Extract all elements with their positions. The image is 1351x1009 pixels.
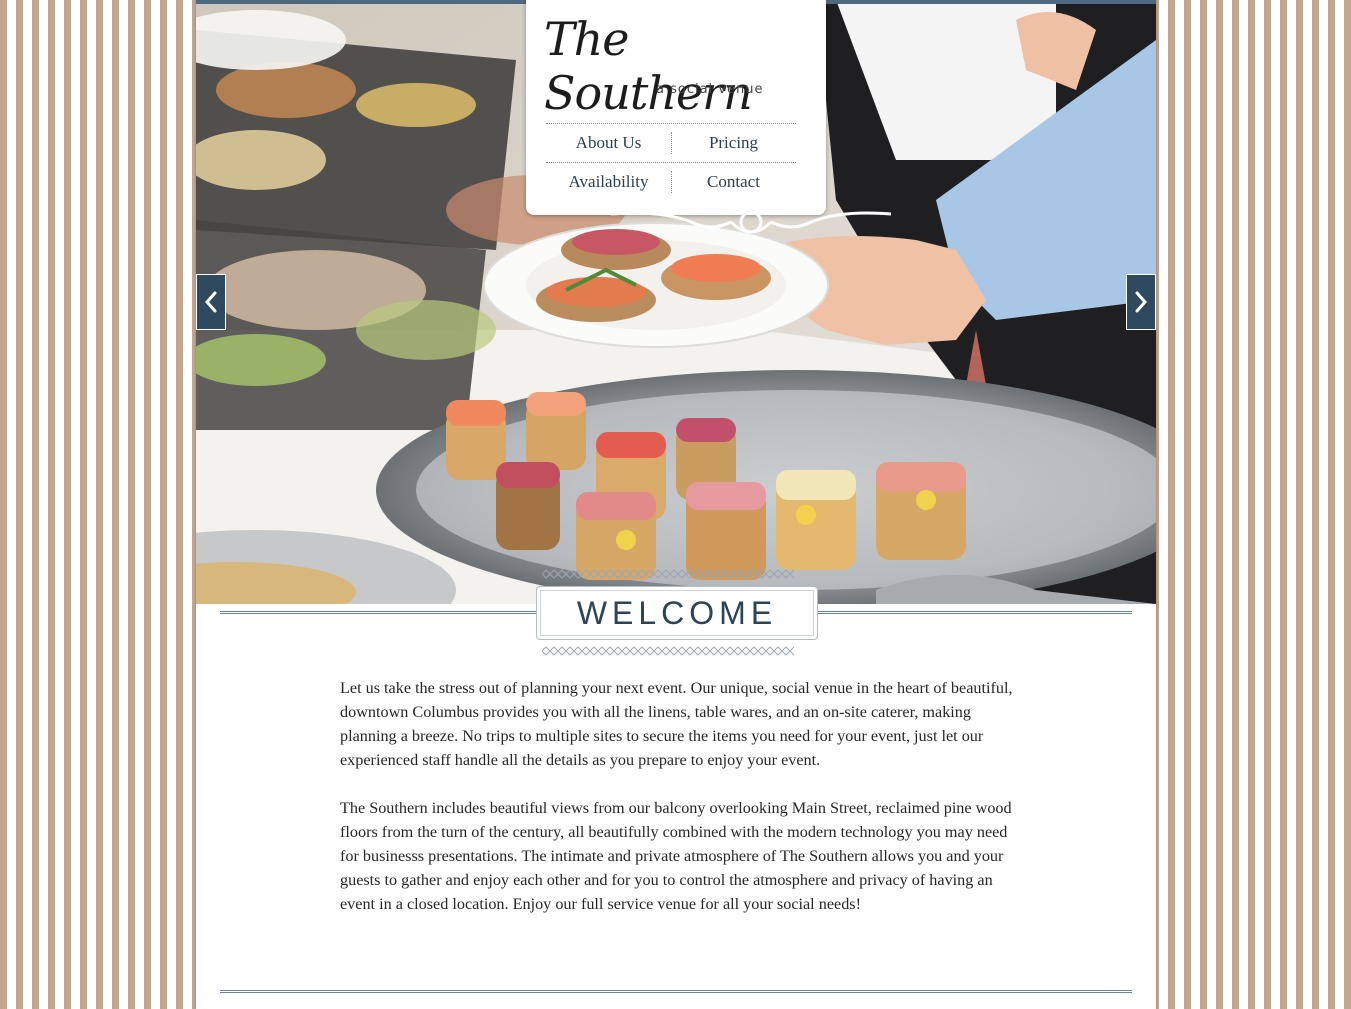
nav-divider xyxy=(546,162,796,163)
nav-item-availability[interactable]: Availability xyxy=(546,163,671,201)
decorative-border xyxy=(542,646,794,656)
nav-item-contact[interactable]: Contact xyxy=(671,163,796,201)
nav-divider xyxy=(671,171,672,193)
header-nav-panel: The Southern a social venue About Us Pri… xyxy=(526,0,826,215)
welcome-paragraph: Let us take the stress out of planning y… xyxy=(340,679,1013,769)
chevron-right-icon xyxy=(1135,291,1148,313)
chevron-left-icon xyxy=(204,291,217,313)
slider-next-button[interactable] xyxy=(1126,274,1156,330)
nav-item-about-us[interactable]: About Us xyxy=(546,124,671,162)
nav-item-pricing[interactable]: Pricing xyxy=(671,124,796,162)
nav-divider xyxy=(671,132,672,154)
welcome-heading-box: WELCOME xyxy=(536,586,818,640)
welcome-body: Let us take the stress out of planning y… xyxy=(340,676,1020,940)
welcome-paragraph: The Southern includes beautiful views fr… xyxy=(340,799,1012,913)
slider-prev-button[interactable] xyxy=(196,274,226,330)
section-divider xyxy=(220,990,1132,993)
page-container: The Southern a social venue About Us Pri… xyxy=(196,0,1156,1009)
flourish-ornament xyxy=(610,210,892,234)
logo-script-text: The Southern xyxy=(544,12,753,120)
main-nav: About Us Pricing Availability Contact xyxy=(546,123,796,194)
welcome-heading: WELCOME xyxy=(576,594,778,631)
decorative-border xyxy=(542,569,794,579)
logo[interactable]: The Southern a social venue xyxy=(544,12,810,120)
logo-tagline: a social venue xyxy=(656,82,764,97)
